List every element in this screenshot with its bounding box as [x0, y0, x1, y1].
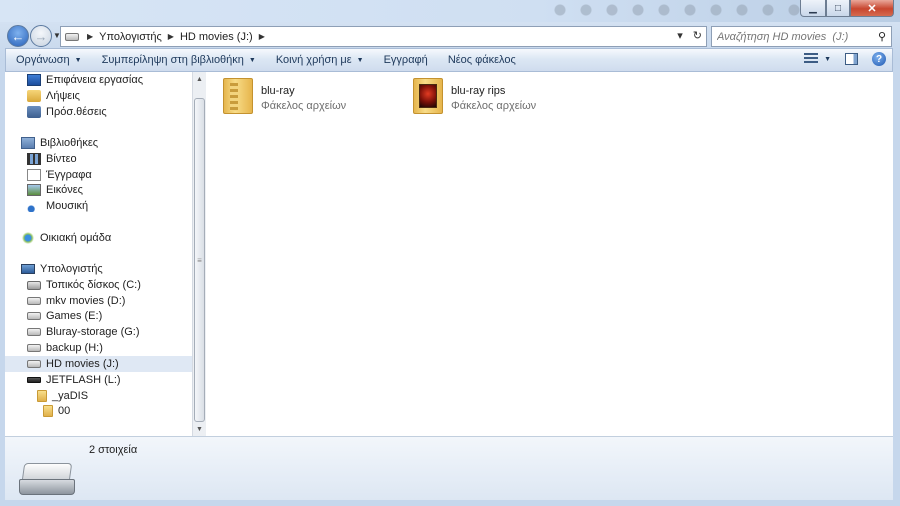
downloads-icon [27, 90, 41, 102]
nav-item-music[interactable]: Μουσική [27, 198, 88, 214]
scrollbar-thumb[interactable]: ≡ [194, 98, 205, 422]
background-pattern [550, 0, 810, 24]
burn-button[interactable]: Εγγραφή [374, 54, 438, 66]
nav-item-libraries[interactable]: Βιβλιοθήκες [21, 135, 98, 151]
file-list: blu-ray Φάκελος αρχείων blu-ray rips Φάκ… [206, 72, 893, 436]
hard-drive-icon [27, 297, 41, 305]
documents-icon [27, 169, 41, 181]
nav-item-computer[interactable]: Υπολογιστής [21, 261, 103, 277]
maximize-button[interactable]: □ [826, 0, 850, 17]
navigation-pane: Επιφάνεια εργασίας Λήψεις Πρόσ.θέσεις Βι… [5, 72, 192, 436]
hard-drive-icon [27, 312, 41, 320]
address-history-dropdown-icon[interactable]: ▾ [677, 29, 683, 42]
folder-icon [223, 78, 253, 114]
recent-places-icon [27, 106, 41, 118]
explorer-window: ▁ □ ✕ ← → ▼ ▶ Υπολογιστής ▶ HD movies (J… [0, 0, 900, 506]
breadcrumb-arrow-icon[interactable]: ▶ [256, 32, 268, 41]
folder-with-poster-icon [413, 78, 443, 114]
include-in-library-button[interactable]: Συμπερίληψη στη βιβλιοθήκη ▼ [92, 54, 266, 66]
back-button[interactable]: ← [7, 25, 29, 47]
drive-icon [65, 32, 79, 41]
forward-button[interactable]: → [30, 25, 52, 47]
desktop-icon [27, 74, 41, 86]
computer-icon [21, 264, 35, 274]
new-folder-button[interactable]: Νέος φάκελος [438, 54, 526, 66]
nav-item-drive-d[interactable]: mkv movies (D:) [27, 293, 125, 309]
title-bar: ▁ □ ✕ [0, 0, 900, 24]
folder-icon [37, 390, 47, 402]
nav-item-desktop[interactable]: Επιφάνεια εργασίας [27, 72, 143, 88]
nav-item-drive-c[interactable]: Τοπικός δίσκος (C:) [27, 277, 141, 293]
change-view-icon[interactable] [804, 53, 819, 65]
chevron-down-icon: ▼ [74, 56, 82, 64]
folder-type: Φάκελος αρχείων [451, 100, 537, 112]
nav-item-folder-yadis[interactable]: _yaDIS [37, 388, 88, 404]
minimize-button[interactable]: ▁ [800, 0, 826, 17]
system-drive-icon [27, 280, 41, 290]
navigation-pane-scrollbar[interactable]: ▲ ≡ ▼ [192, 72, 206, 436]
item-count: 2 στοιχεία [89, 444, 138, 456]
homegroup-icon [21, 232, 35, 244]
organize-button[interactable]: Οργάνωση ▼ [6, 54, 92, 66]
chevron-down-icon: ▼ [356, 56, 364, 64]
drive-large-icon [19, 463, 75, 497]
nav-item-pictures[interactable]: Εικόνες [27, 182, 83, 198]
nav-item-homegroup[interactable]: Οικιακή ομάδα [21, 230, 111, 246]
close-button[interactable]: ✕ [850, 0, 894, 17]
folder-type: Φάκελος αρχείων [261, 100, 347, 112]
nav-item-drive-j[interactable]: HD movies (J:) [5, 356, 192, 372]
preview-pane-icon[interactable] [845, 53, 858, 65]
music-icon [27, 200, 41, 212]
share-with-button[interactable]: Κοινή χρήση με ▼ [266, 54, 374, 66]
breadcrumb-computer[interactable]: Υπολογιστής [96, 31, 165, 43]
scroll-down-arrow-icon[interactable]: ▼ [193, 422, 206, 436]
usb-drive-icon [27, 377, 41, 383]
breadcrumb-arrow-icon[interactable]: ▶ [84, 32, 96, 41]
nav-item-drive-h[interactable]: backup (H:) [27, 340, 103, 356]
nav-item-folder-00[interactable]: 00 [43, 403, 70, 419]
libraries-icon [21, 137, 35, 149]
pictures-icon [27, 184, 41, 196]
nav-item-downloads[interactable]: Λήψεις [27, 88, 80, 104]
command-bar: Οργάνωση ▼ Συμπερίληψη στη βιβλιοθήκη ▼ Κο… [5, 48, 893, 72]
navigation-row: ← → ▼ ▶ Υπολογιστής ▶ HD movies (J:) ▶ ▾… [0, 22, 900, 48]
videos-icon [27, 153, 41, 165]
folder-name: blu-ray [261, 85, 295, 97]
breadcrumb-arrow-icon[interactable]: ▶ [165, 32, 177, 41]
folder-icon [43, 405, 53, 417]
help-icon[interactable]: ? [872, 52, 886, 66]
scroll-up-arrow-icon[interactable]: ▲ [193, 72, 206, 86]
hard-drive-icon [27, 344, 41, 352]
address-bar[interactable]: ▶ Υπολογιστής ▶ HD movies (J:) ▶ ▾ ↻ [60, 26, 707, 47]
refresh-icon[interactable]: ↻ [693, 29, 702, 42]
details-pane: 2 στοιχεία [5, 436, 893, 500]
breadcrumb-hd-movies[interactable]: HD movies (J:) [177, 31, 256, 43]
nav-item-drive-g[interactable]: Bluray-storage (G:) [27, 324, 140, 340]
nav-item-documents[interactable]: Έγγραφα [27, 167, 92, 183]
folder-name: blu-ray rips [451, 85, 506, 97]
chevron-down-icon[interactable]: ▼ [824, 56, 831, 63]
window-controls: ▁ □ ✕ [800, 0, 894, 17]
nav-item-recent-places[interactable]: Πρόσ.θέσεις [27, 104, 107, 120]
chevron-down-icon: ▼ [248, 56, 256, 64]
search-box: ⚲ [711, 26, 892, 47]
folder-tile-blu-ray[interactable]: blu-ray Φάκελος αρχείων [223, 78, 346, 118]
nav-item-videos[interactable]: Βίντεο [27, 151, 77, 167]
nav-item-drive-e[interactable]: Games (E:) [27, 308, 102, 324]
folder-tile-blu-ray-rips[interactable]: blu-ray rips Φάκελος αρχείων [413, 78, 536, 118]
search-input[interactable] [717, 30, 867, 43]
search-icon[interactable]: ⚲ [878, 30, 886, 43]
nav-item-drive-l[interactable]: JETFLASH (L:) [27, 372, 121, 388]
hard-drive-icon [27, 328, 41, 336]
hard-drive-icon [27, 360, 41, 368]
